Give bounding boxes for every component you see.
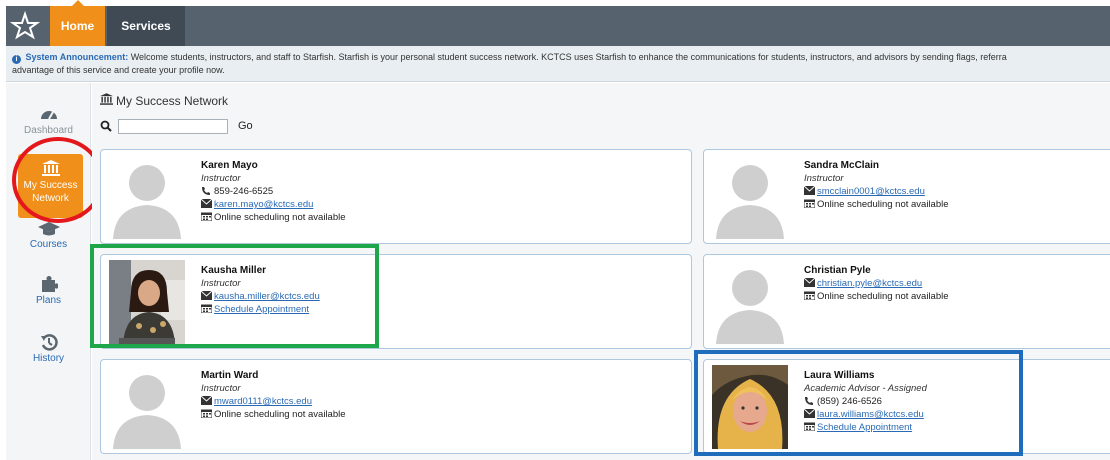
puzzle-icon xyxy=(41,276,58,292)
page-title-text: My Success Network xyxy=(116,94,229,108)
contact-schedule: Online scheduling not available xyxy=(817,291,949,302)
tab-services[interactable]: Services xyxy=(107,6,185,46)
announcement-label: System Announcement: xyxy=(25,52,129,62)
calendar-icon xyxy=(201,212,212,221)
contact-schedule: Online scheduling not available xyxy=(817,199,949,210)
contact-card-martin-ward: Martin Ward Instructor mward0111@kctcs.e… xyxy=(100,359,692,454)
sidebar-item-label: History xyxy=(32,353,65,364)
sidebar-item-dashboard[interactable]: Dashboard xyxy=(6,105,91,136)
contact-card-sandra-mcclain: Sandra McClain Instructor smcclain0001@k… xyxy=(703,149,1110,244)
green-highlight-box xyxy=(90,244,379,348)
contact-phone-row: 859-246-6525 xyxy=(201,185,346,198)
system-announcement: i System Announcement: Welcome students,… xyxy=(6,46,1110,82)
red-highlight-circle xyxy=(12,137,104,223)
contact-email-link[interactable]: smcclain0001@kctcs.edu xyxy=(817,186,925,197)
contact-schedule-row: Online scheduling not available xyxy=(804,290,949,303)
phone-icon xyxy=(202,187,210,195)
contact-role: Instructor xyxy=(201,383,241,394)
envelope-icon xyxy=(201,396,212,405)
sidebar-item-label: Dashboard xyxy=(24,125,73,136)
avatar-placeholder-icon xyxy=(712,260,788,344)
avatar-placeholder-icon xyxy=(712,155,788,239)
contact-name[interactable]: Christian Pyle xyxy=(804,264,949,277)
contact-schedule-row: Online scheduling not available xyxy=(201,211,346,224)
contact-email-row: karen.mayo@kctcs.edu xyxy=(201,198,346,211)
dashboard-icon xyxy=(40,111,57,120)
sidebar-item-history[interactable]: History xyxy=(6,333,91,364)
calendar-icon xyxy=(201,409,212,418)
contact-card-christian-pyle: Christian Pyle christian.pyle@kctcs.edu … xyxy=(703,254,1110,349)
page-title: My Success Network xyxy=(100,93,228,108)
envelope-icon xyxy=(804,186,815,195)
envelope-icon xyxy=(201,199,212,208)
contact-name[interactable]: Sandra McClain xyxy=(804,159,949,172)
avatar-placeholder-icon xyxy=(109,155,185,239)
contact-email-link[interactable]: mward0111@kctcs.edu xyxy=(214,396,312,407)
contact-schedule: Online scheduling not available xyxy=(214,409,346,420)
contact-email-row: christian.pyle@kctcs.edu xyxy=(804,277,949,290)
announcement-text-line2: advantage of this service and create you… xyxy=(12,65,225,75)
contact-schedule: Online scheduling not available xyxy=(214,212,346,223)
contact-name[interactable]: Martin Ward xyxy=(201,369,346,382)
sidebar-item-label: Plans xyxy=(35,295,61,306)
sidebar-item-plans[interactable]: Plans xyxy=(6,275,91,306)
starfish-logo-icon[interactable] xyxy=(10,11,40,41)
contact-name[interactable]: Karen Mayo xyxy=(201,159,346,172)
announcement-text: Welcome students, instructors, and staff… xyxy=(130,52,1007,62)
history-icon xyxy=(40,334,58,351)
top-navigation-bar: Home Services xyxy=(6,0,1110,46)
calendar-icon xyxy=(804,291,815,300)
search-icon xyxy=(100,120,112,132)
tab-home[interactable]: Home xyxy=(50,0,105,46)
contact-role: Instructor xyxy=(804,173,844,184)
contact-role: Instructor xyxy=(201,173,241,184)
contact-email-link[interactable]: christian.pyle@kctcs.edu xyxy=(817,278,922,289)
info-icon: i xyxy=(12,55,21,64)
contact-email-row: mward0111@kctcs.edu xyxy=(201,395,346,408)
contact-phone: 859-246-6525 xyxy=(214,186,274,197)
contact-schedule-row: Online scheduling not available xyxy=(201,408,346,421)
avatar-placeholder-icon xyxy=(109,365,185,449)
contact-schedule-row: Online scheduling not available xyxy=(804,198,949,211)
sidebar-item-courses[interactable]: Courses xyxy=(6,221,91,250)
bank-icon xyxy=(100,93,113,105)
sidebar-item-label: Courses xyxy=(29,239,68,250)
go-button[interactable]: Go xyxy=(238,120,253,132)
envelope-icon xyxy=(804,278,815,287)
contact-card-karen-mayo: Karen Mayo Instructor 859-246-6525 karen… xyxy=(100,149,692,244)
contact-email-link[interactable]: karen.mayo@kctcs.edu xyxy=(214,199,313,210)
contact-email-row: smcclain0001@kctcs.edu xyxy=(804,185,949,198)
calendar-icon xyxy=(804,199,815,208)
graduation-cap-icon xyxy=(37,222,60,236)
search-input[interactable] xyxy=(118,119,228,134)
blue-highlight-box xyxy=(694,350,1023,456)
